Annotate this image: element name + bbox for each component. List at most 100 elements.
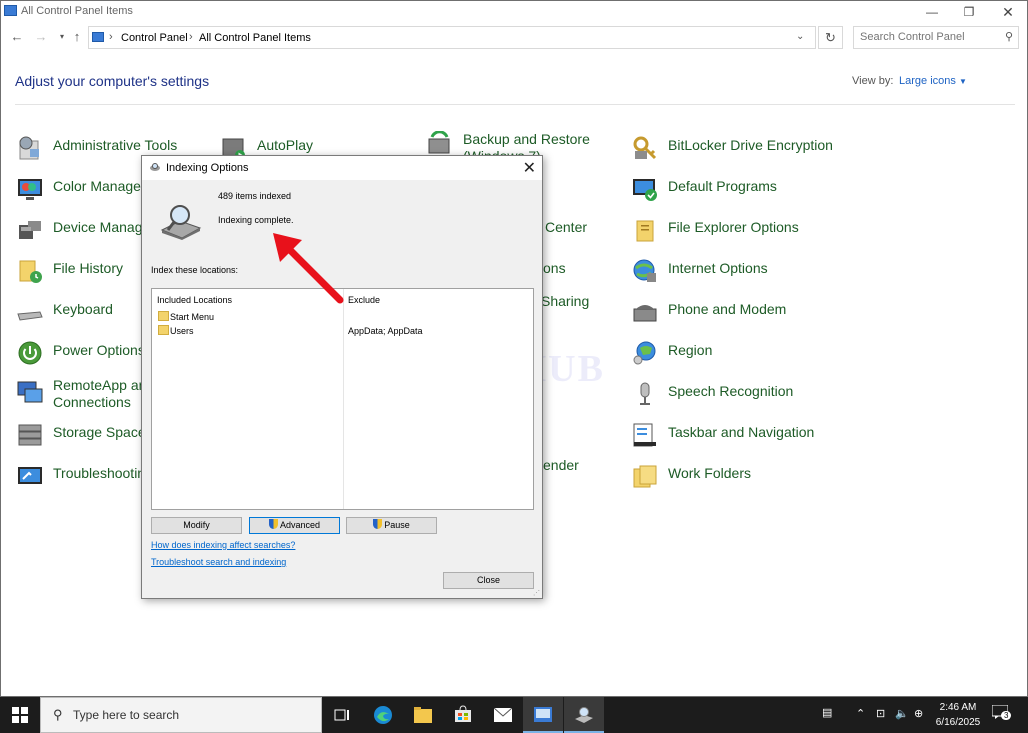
item-label: ender <box>543 457 579 473</box>
item-file-explorer-options[interactable]: File Explorer Options <box>632 215 812 251</box>
exclude-header: Exclude <box>348 295 381 305</box>
breadcrumb-separator-icon[interactable]: › <box>109 31 113 43</box>
item-label: Device Manager <box>53 219 155 235</box>
close-window-button[interactable]: ✕ <box>991 3 1025 21</box>
system-clock[interactable]: 2:46 AM 6/16/2025 <box>930 700 986 730</box>
pause-label: Pause <box>384 520 410 530</box>
item-bitlocker[interactable]: BitLocker Drive Encryption <box>632 133 852 169</box>
item-label: Keyboard <box>53 301 113 317</box>
power-options-icon <box>18 341 42 365</box>
folder-icon <box>158 311 169 321</box>
item-remoteapp-connections[interactable]: RemoteApp and Connections <box>17 377 154 417</box>
network-icon[interactable]: ⊡ <box>876 707 885 720</box>
file-explorer-taskbar-button[interactable] <box>403 697 443 733</box>
search-icon: ⚲ <box>53 707 63 722</box>
item-label: Phone and Modem <box>668 301 787 317</box>
search-control-panel-box[interactable]: ⚲ <box>853 26 1019 49</box>
task-view-button[interactable] <box>322 697 362 733</box>
clock-time: 2:46 AM <box>939 702 977 713</box>
mail-taskbar-button[interactable] <box>483 697 523 733</box>
item-region[interactable]: Region <box>632 338 812 374</box>
keyboard-icon <box>17 311 43 321</box>
item-label: File Explorer Options <box>668 219 799 235</box>
item-label: Sharing <box>541 293 590 309</box>
dropdown-arrow-icon: ▼ <box>958 77 967 86</box>
recent-locations-chevron-icon[interactable]: ▾ <box>54 29 70 45</box>
dialog-title: Indexing Options <box>166 162 249 174</box>
breadcrumb-control-panel[interactable]: Control Panel <box>121 32 188 44</box>
indexing-help-link[interactable]: How does indexing affect searches? <box>151 540 295 550</box>
resize-grip-icon[interactable]: ⋰ <box>533 589 540 597</box>
item-label: Region <box>668 342 713 358</box>
address-dropdown-icon[interactable]: ⌄ <box>796 31 804 42</box>
item-taskbar-navigation[interactable]: Taskbar and Navigation <box>632 420 814 456</box>
breadcrumb-all-items[interactable]: All Control Panel Items <box>199 32 311 44</box>
close-button[interactable]: Close <box>443 572 534 589</box>
item-default-programs[interactable]: Default Programs <box>632 174 812 210</box>
up-arrow-icon[interactable]: ↑ <box>69 29 85 45</box>
item-device-manager[interactable]: Device Manager <box>17 215 155 251</box>
title-bar: All Control Panel Items — ❐ ✕ <box>1 1 1027 23</box>
indexing-icon <box>150 163 160 171</box>
item-internet-options[interactable]: Internet Options <box>632 256 812 292</box>
locations-list[interactable]: Included Locations Exclude Start Menu Us… <box>151 288 534 510</box>
search-input[interactable] <box>860 31 1000 43</box>
control-panel-icon <box>4 5 17 16</box>
breadcrumb-separator-icon[interactable]: › <box>189 31 193 43</box>
indexing-options-taskbar-button[interactable] <box>564 697 604 733</box>
item-label: Speech Recognition <box>668 383 794 399</box>
item-label: Storage Spaces <box>53 424 153 440</box>
item-color-management[interactable]: Color Management <box>17 174 172 210</box>
item-label: ons <box>543 260 566 276</box>
region-icon <box>633 341 656 365</box>
item-backup-restore[interactable]: Backup and Restore (Windows 7) <box>427 129 617 157</box>
item-power-options[interactable]: Power Options <box>17 338 147 374</box>
dialog-close-icon[interactable]: ✕ <box>523 158 536 178</box>
start-button[interactable] <box>0 697 40 733</box>
default-programs-icon <box>633 179 657 201</box>
volume-icon[interactable]: 🔈 <box>895 707 909 720</box>
notification-center-button[interactable]: 3 <box>991 704 1012 721</box>
modify-button[interactable]: Modify <box>151 517 242 534</box>
item-label: AutoPlay <box>257 137 314 153</box>
refresh-button[interactable]: ↻ <box>818 26 843 49</box>
control-panel-taskbar-button[interactable] <box>523 697 563 733</box>
location-start-menu[interactable]: Start Menu <box>170 312 214 322</box>
item-phone-modem[interactable]: Phone and Modem <box>632 297 812 333</box>
location-users[interactable]: Users <box>170 326 194 336</box>
troubleshoot-link[interactable]: Troubleshoot search and indexing <box>151 557 286 567</box>
advanced-button[interactable]: Advanced <box>249 517 340 534</box>
edge-taskbar-button[interactable] <box>363 697 403 733</box>
file-explorer-options-icon <box>636 220 654 242</box>
included-locations-header: Included Locations <box>157 295 233 305</box>
restore-button[interactable]: ❐ <box>952 3 986 21</box>
item-label: Center <box>545 219 588 235</box>
input-indicator-icon[interactable]: ▤ <box>822 706 832 719</box>
forward-arrow-icon[interactable]: → <box>33 29 49 45</box>
mail-icon <box>494 708 512 722</box>
notification-badge: 3 <box>1001 711 1012 720</box>
store-taskbar-button[interactable] <box>443 697 483 733</box>
item-label: Administrative Tools <box>53 137 178 153</box>
item-label: Internet Options <box>668 260 768 276</box>
taskbar-search-box[interactable]: ⚲ Type here to search <box>40 697 322 733</box>
pause-button[interactable]: Pause <box>346 517 437 534</box>
item-speech-recognition[interactable]: Speech Recognition <box>632 379 812 415</box>
view-by-dropdown[interactable]: Large icons ▼ <box>899 75 967 87</box>
item-keyboard[interactable]: Keyboard <box>17 297 147 333</box>
item-storage-spaces[interactable]: Storage Spaces <box>17 420 153 456</box>
address-path-box[interactable]: › Control Panel › All Control Panel Item… <box>88 26 816 49</box>
task-view-icon <box>334 709 349 721</box>
language-icon[interactable]: ⊕ <box>914 707 923 720</box>
file-explorer-icon <box>414 707 432 723</box>
minimize-button[interactable]: — <box>915 3 949 21</box>
back-arrow-icon[interactable]: ← <box>9 29 25 45</box>
item-label: File History <box>53 260 124 276</box>
item-work-folders[interactable]: Work Folders <box>632 461 812 497</box>
item-label: Power Options <box>53 342 145 358</box>
search-icon[interactable]: ⚲ <box>1005 30 1013 43</box>
item-label: RemoteApp and Connections <box>53 377 155 410</box>
item-troubleshooting[interactable]: Troubleshooting <box>17 461 153 497</box>
item-file-history[interactable]: File History <box>17 256 147 292</box>
show-hidden-icons-chevron[interactable]: ⌃ <box>856 707 865 720</box>
